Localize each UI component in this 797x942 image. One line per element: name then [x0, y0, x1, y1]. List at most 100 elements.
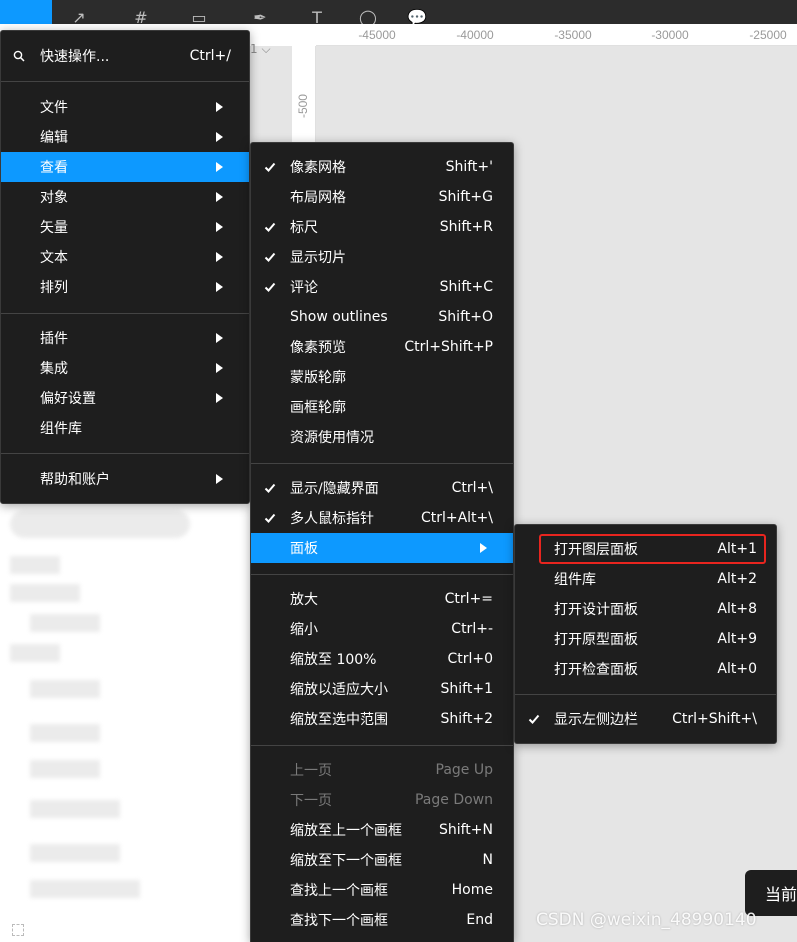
menu-item-label: 缩放至 100%	[290, 652, 377, 668]
view-item-mask-outlines[interactable]: 蒙版轮廓	[251, 362, 513, 392]
pen-tool-icon[interactable]: ✒	[245, 0, 275, 25]
chevron-right-icon	[480, 543, 487, 553]
menu-item-label: 多人鼠标指针	[290, 511, 374, 527]
view-item-resource-use[interactable]: 资源使用情况	[251, 422, 513, 452]
menu-item-shortcut: Shift+2	[440, 711, 493, 727]
menu-item-shortcut: Shift+'	[445, 159, 493, 175]
menu-separator	[1, 453, 249, 454]
menu-item-label: 组件库	[554, 572, 596, 588]
menu-item-shortcut: Home	[451, 882, 493, 898]
view-item-slices[interactable]: 显示切片	[251, 242, 513, 272]
comment-tool-icon[interactable]: 💬	[402, 0, 432, 25]
quick-actions-label: 快速操作...	[40, 49, 110, 65]
menu-item-label: 打开设计面板	[554, 602, 638, 618]
view-item-zoom-100[interactable]: 缩放至 100% Ctrl+0	[251, 644, 513, 674]
menu-item-text[interactable]: 文本	[1, 242, 249, 272]
menu-item-object[interactable]: 对象	[1, 182, 249, 212]
view-item-rulers[interactable]: 标尺 Shift+R	[251, 212, 513, 242]
panel-item-show-left-sidebar[interactable]: 显示左侧边栏 Ctrl+Shift+\	[515, 704, 776, 734]
view-item-find-prev-frame[interactable]: 查找上一个画框 Home	[251, 875, 513, 905]
chevron-right-icon	[216, 474, 223, 484]
menu-item-label: 排列	[40, 280, 68, 296]
menu-item-arrange[interactable]: 排列	[1, 272, 249, 302]
view-item-show-outlines[interactable]: Show outlines Shift+O	[251, 302, 513, 332]
menu-item-label: 查找上一个画框	[290, 883, 388, 899]
panel-item-open-design[interactable]: 打开设计面板 Alt+8	[515, 594, 776, 624]
view-item-zoom-fit[interactable]: 缩放以适应大小 Shift+1	[251, 674, 513, 704]
toast-text: 当前	[765, 885, 797, 904]
zoom-indicator[interactable]: 1 ⌵	[250, 24, 316, 56]
menu-item-label: 对象	[40, 190, 68, 206]
panel-item-libraries[interactable]: 组件库 Alt+2	[515, 564, 776, 594]
blurred-layer	[30, 844, 120, 862]
ruler-tick: -35000	[554, 28, 592, 42]
menu-item-shortcut: N	[482, 852, 493, 868]
view-item-toggle-ui[interactable]: 显示/隐藏界面 Ctrl+\	[251, 473, 513, 503]
menu-item-label: 集成	[40, 361, 68, 377]
panel-item-open-inspect[interactable]: 打开检查面板 Alt+0	[515, 654, 776, 684]
blurred-layer	[10, 644, 60, 662]
view-item-zoom-selection[interactable]: 缩放至选中范围 Shift+2	[251, 704, 513, 734]
view-item-zoom-next-frame[interactable]: 缩放至下一个画框 N	[251, 845, 513, 875]
text-tool-icon[interactable]: T	[302, 0, 332, 25]
menu-item-label: Show outlines	[290, 309, 388, 325]
menu-item-help[interactable]: 帮助和账户	[1, 464, 249, 494]
menu-item-shortcut: Alt+2	[717, 571, 757, 587]
top-toolbar: ↗ # ▭ ✒ T ◯ 💬	[0, 0, 797, 24]
menu-separator	[1, 313, 249, 314]
menu-item-shortcut: Ctrl+=	[444, 591, 493, 607]
menu-item-label: 组件库	[40, 421, 82, 437]
view-item-frame-outlines[interactable]: 画框轮廓	[251, 392, 513, 422]
view-item-zoom-prev-frame[interactable]: 缩放至上一个画框 Shift+N	[251, 815, 513, 845]
menu-item-vector[interactable]: 矢量	[1, 212, 249, 242]
menu-separator	[251, 574, 513, 575]
chevron-right-icon	[216, 252, 223, 262]
blurred-layer	[10, 584, 80, 602]
ruler-tick: -25000	[749, 28, 787, 42]
menu-item-label: 面板	[290, 541, 318, 557]
menu-item-integrations[interactable]: 集成	[1, 353, 249, 383]
menu-item-shortcut: Alt+9	[717, 631, 757, 647]
menu-item-shortcut: Shift+O	[438, 309, 493, 325]
check-icon	[264, 161, 276, 173]
ruler-tick: -500	[296, 94, 310, 119]
search-icon	[13, 50, 25, 62]
frame-tool-icon[interactable]: #	[126, 0, 156, 25]
move-tool-icon[interactable]: ↗	[64, 0, 94, 25]
panel-item-open-layers[interactable]: 打开图层面板 Alt+1	[515, 534, 776, 564]
menu-item-edit[interactable]: 编辑	[1, 122, 249, 152]
menu-item-label: 像素预览	[290, 340, 346, 356]
view-item-zoom-out[interactable]: 缩小 Ctrl+-	[251, 614, 513, 644]
chevron-right-icon	[216, 363, 223, 373]
shape-tool-icon[interactable]: ▭	[184, 0, 214, 25]
view-item-pixel-grid[interactable]: 像素网格 Shift+'	[251, 152, 513, 182]
view-item-pixel-preview[interactable]: 像素预览 Ctrl+Shift+P	[251, 332, 513, 362]
menu-item-view[interactable]: 查看	[1, 152, 249, 182]
view-item-comments[interactable]: 评论 Shift+C	[251, 272, 513, 302]
menu-separator	[1, 81, 249, 82]
menu-separator	[251, 463, 513, 464]
view-submenu: 像素网格 Shift+' 布局网格 Shift+G 标尺 Shift+R 显示切…	[250, 142, 514, 942]
menu-item-plugins[interactable]: 插件	[1, 323, 249, 353]
view-item-zoom-in[interactable]: 放大 Ctrl+=	[251, 584, 513, 614]
menu-item-libraries[interactable]: 组件库	[1, 413, 249, 443]
main-menu-button[interactable]	[0, 0, 52, 24]
chevron-right-icon	[216, 102, 223, 112]
view-item-panels[interactable]: 面板	[251, 533, 513, 563]
menu-item-label: 打开原型面板	[554, 632, 638, 648]
quick-actions-item[interactable]: 快速操作... Ctrl+/	[1, 41, 249, 71]
menu-item-label: 打开检查面板	[554, 662, 638, 678]
menu-item-label: 查找下一个画框	[290, 913, 388, 929]
menu-item-label: 矢量	[40, 220, 68, 236]
menu-item-label: 评论	[290, 280, 318, 296]
check-icon	[264, 221, 276, 233]
view-item-find-next-frame[interactable]: 查找下一个画框 End	[251, 905, 513, 935]
menu-item-label: 显示切片	[290, 250, 346, 266]
panel-item-open-prototype[interactable]: 打开原型面板 Alt+9	[515, 624, 776, 654]
hand-tool-icon[interactable]: ◯	[353, 0, 383, 25]
view-item-multiplayer-cursors[interactable]: 多人鼠标指针 Ctrl+Alt+\	[251, 503, 513, 533]
view-item-layout-grid[interactable]: 布局网格 Shift+G	[251, 182, 513, 212]
menu-item-preferences[interactable]: 偏好设置	[1, 383, 249, 413]
menu-item-file[interactable]: 文件	[1, 92, 249, 122]
menu-item-label: 缩放至上一个画框	[290, 823, 402, 839]
